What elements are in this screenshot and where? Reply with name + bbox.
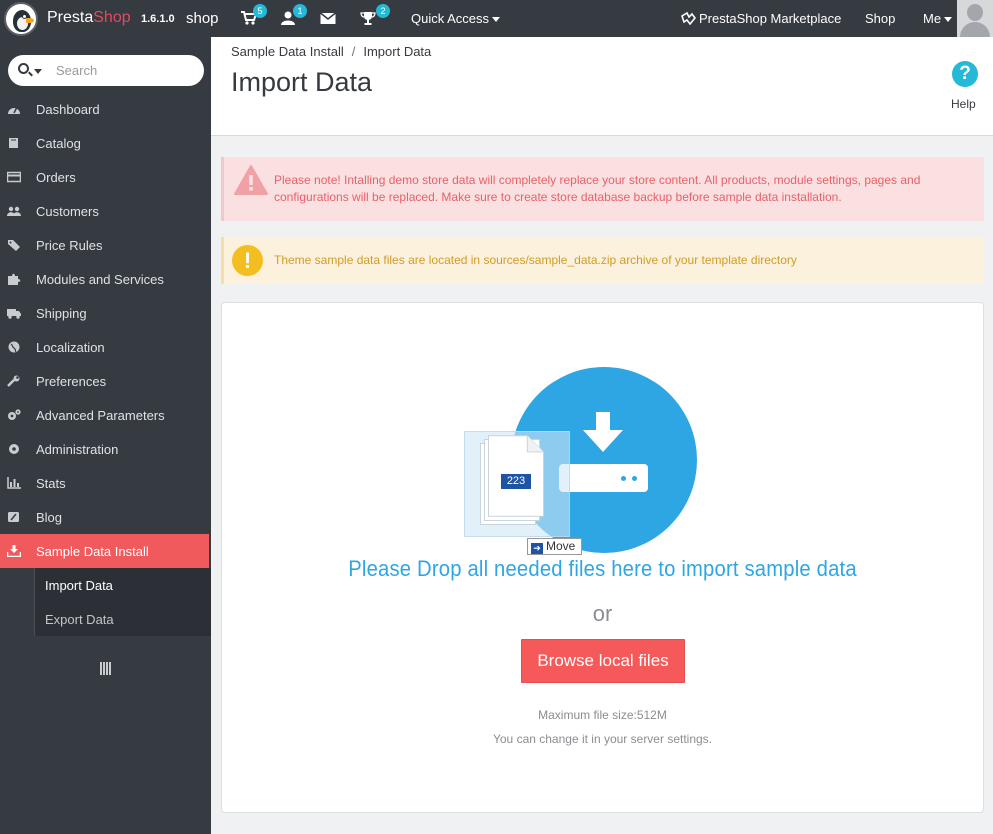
sidebar-item-label: Dashboard — [36, 102, 100, 117]
sidebar-item-administration[interactable]: Administration — [0, 432, 211, 466]
drop-instructions: Please Drop all needed files here to imp… — [348, 556, 857, 581]
sidebar-item-label: Sample Data Install — [36, 544, 149, 559]
page-title: Import Data — [231, 67, 373, 97]
cogs-icon — [8, 409, 21, 420]
shop-name-link[interactable]: shop — [186, 10, 219, 27]
tags-icon — [8, 240, 20, 251]
sidebar-subitem-label: Export Data — [45, 612, 114, 627]
sidebar-item-advanced-parameters[interactable]: Advanced Parameters — [0, 398, 211, 432]
users-icon — [7, 206, 21, 216]
sidebar-item-blog[interactable]: Blog — [0, 500, 211, 534]
wrench-icon — [7, 375, 20, 387]
puzzle-icon — [681, 11, 697, 26]
help-label[interactable]: Help — [951, 97, 976, 111]
server-settings-note: You can change it in your server setting… — [492, 732, 713, 746]
quick-access-dropdown[interactable]: Quick Access — [411, 11, 501, 26]
marketplace-link[interactable]: PrestaShop Marketplace — [681, 11, 841, 26]
orders-badge: 5 — [253, 4, 267, 18]
danger-alert-text: Please note! Intalling demo store data w… — [274, 173, 921, 204]
breadcrumb: Sample Data Install / Import Data — [231, 44, 431, 59]
exclamation-circle-icon: ! — [232, 245, 263, 276]
bar-chart-icon — [7, 477, 21, 489]
sidebar-item-orders[interactable]: Orders — [0, 160, 211, 194]
max-file-size-text: Maximum file size:512M — [538, 708, 667, 722]
breadcrumb-current: Import Data — [363, 44, 432, 59]
warning-alert-text: Theme sample data files are located in s… — [274, 253, 797, 267]
search-input[interactable] — [56, 61, 196, 80]
sidebar-item-label: Localization — [36, 340, 105, 355]
arrow-right-icon: ➔ — [531, 543, 543, 554]
or-separator: or — [592, 601, 613, 626]
download-icon — [7, 545, 21, 557]
edit-icon — [8, 512, 19, 522]
sidebar-item-preferences[interactable]: Preferences — [0, 364, 211, 398]
drive-icon — [559, 464, 648, 492]
sidebar-item-label: Preferences — [36, 374, 107, 389]
sidebar-item-localization[interactable]: Localization — [0, 330, 211, 364]
sidebar-item-label: Catalog — [36, 136, 81, 151]
sidebar-item-label: Price Rules — [36, 238, 103, 253]
brand-name[interactable]: PrestaShop — [47, 9, 131, 27]
sidebar-item-customers[interactable]: Customers — [0, 194, 211, 228]
warning-triangle-icon — [234, 165, 268, 195]
sidebar-item-label: Stats — [36, 476, 66, 491]
browse-local-files-button[interactable]: Browse local files — [521, 639, 685, 683]
breadcrumb-separator: / — [351, 44, 356, 59]
file-count-badge: 223 — [501, 474, 531, 489]
search-box — [8, 55, 204, 86]
version-label: 1.6.1.0 — [141, 13, 175, 25]
breadcrumb-parent[interactable]: Sample Data Install — [231, 44, 344, 59]
customers-badge: 1 — [293, 4, 307, 18]
sidebar-item-label: Orders — [36, 170, 76, 185]
chevron-down-icon — [944, 17, 953, 23]
warning-alert: ! Theme sample data files are located in… — [221, 237, 984, 284]
download-arrow-icon — [583, 412, 623, 452]
sidebar-item-label: Shipping — [36, 306, 87, 321]
sidebar-item-stats[interactable]: Stats — [0, 466, 211, 500]
book-icon — [9, 138, 18, 148]
page-header: Sample Data Install / Import Data Import D… — [211, 37, 993, 136]
sidebar-item-modules[interactable]: Modules and Services — [0, 262, 211, 296]
sidebar-item-catalog[interactable]: Catalog — [0, 126, 211, 160]
envelope-icon[interactable] — [320, 11, 336, 25]
sidebar-subitem-label: Import Data — [45, 578, 113, 593]
sidebar-item-price-rules[interactable]: Price Rules — [0, 228, 211, 262]
trophy-badge: 2 — [376, 4, 390, 18]
move-tooltip: ➔ Move — [527, 538, 582, 555]
sidebar-item-label: Customers — [36, 204, 99, 219]
sidebar: Dashboard Catalog Orders Customers Price… — [0, 37, 211, 834]
dashboard-icon — [8, 106, 20, 114]
help-icon[interactable]: ? — [952, 61, 978, 87]
search-icon[interactable] — [18, 63, 29, 74]
shop-link[interactable]: Shop — [865, 11, 895, 26]
sidebar-item-sample-data-install[interactable]: Sample Data Install — [0, 534, 209, 568]
danger-alert: Please note! Intalling demo store data w… — [221, 157, 984, 221]
sidebar-subitem-export-data[interactable]: Export Data — [34, 602, 211, 636]
sidebar-subitem-import-data[interactable]: Import Data — [34, 568, 211, 602]
collapse-sidebar-icon[interactable] — [100, 662, 111, 675]
chevron-down-icon[interactable] — [34, 69, 42, 74]
dropzone-panel[interactable]: 223 ➔ Move Please Drop all needed files h… — [221, 302, 984, 813]
top-bar: PrestaShop 1.6.1.0 shop 5 1 2 Quick Acce… — [0, 0, 993, 37]
me-dropdown[interactable]: Me — [923, 11, 953, 26]
avatar[interactable] — [957, 0, 993, 37]
truck-icon — [7, 309, 21, 319]
sidebar-item-dashboard[interactable]: Dashboard — [0, 92, 211, 126]
trophy-icon[interactable] — [360, 11, 376, 25]
sidebar-item-label: Blog — [36, 510, 63, 525]
puzzle-icon — [8, 273, 21, 285]
chevron-down-icon — [492, 17, 501, 23]
globe-icon — [8, 341, 20, 353]
sidebar-item-label: Modules and Services — [36, 272, 164, 287]
prestashop-logo-icon[interactable] — [4, 2, 38, 36]
sidebar-item-shipping[interactable]: Shipping — [0, 296, 211, 330]
cog-icon — [9, 444, 19, 454]
sidebar-item-label: Advanced Parameters — [36, 408, 165, 423]
sidebar-item-label: Administration — [36, 442, 119, 457]
credit-card-icon — [7, 171, 21, 183]
